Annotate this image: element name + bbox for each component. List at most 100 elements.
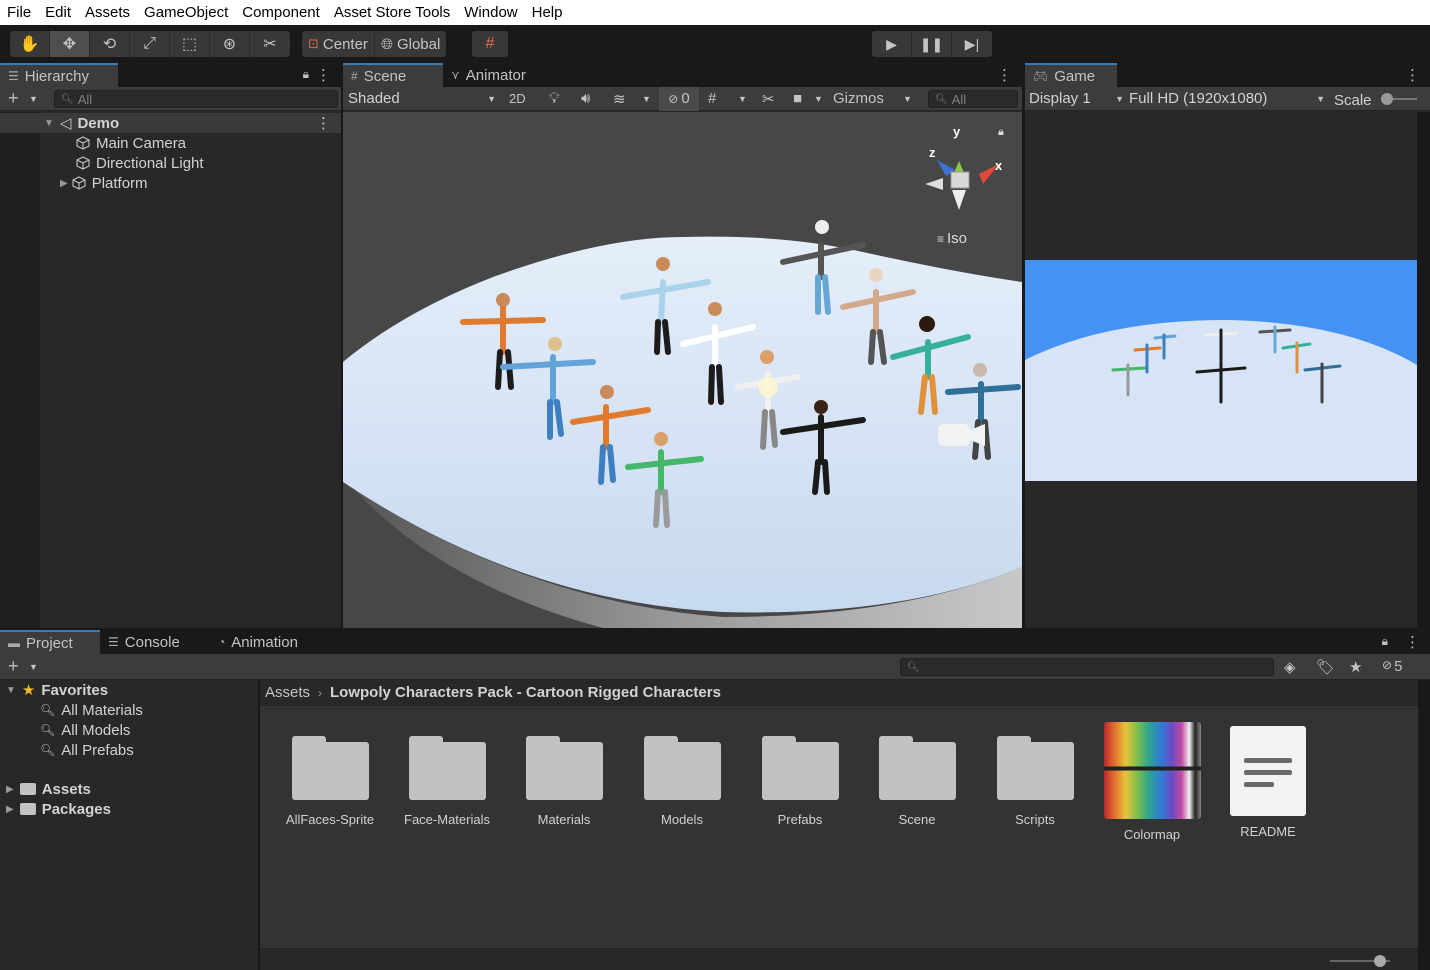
globe-icon: 🌐︎ xyxy=(380,35,393,53)
hamburger-icon: ≡ xyxy=(937,231,945,246)
effects-toggle-icon[interactable]: ≋ xyxy=(613,90,626,108)
shading-mode-dropdown[interactable]: Shaded ▼ xyxy=(348,90,496,107)
hierarchy-search-input[interactable]: 🔍︎ All xyxy=(54,90,338,108)
rect-tool-button[interactable]: ⬚ xyxy=(170,31,210,57)
resolution-dropdown[interactable]: Full HD (1920x1080) ▼ xyxy=(1129,90,1325,107)
hidden-packages-toggle[interactable]: ⊘ 5 xyxy=(1382,658,1402,675)
create-dropdown-icon[interactable]: ▼ xyxy=(29,662,38,672)
tab-console[interactable]: ☰ Console xyxy=(100,630,210,654)
create-dropdown-icon[interactable]: ▼ xyxy=(29,94,38,104)
effects-dropdown-icon[interactable]: ▼ xyxy=(642,94,651,104)
create-icon[interactable]: + xyxy=(8,656,19,677)
hierarchy-item[interactable]: Main Camera xyxy=(76,133,186,153)
tree-favorite-item[interactable]: 🔍︎ All Prefabs xyxy=(40,740,134,760)
gizmos-button[interactable]: Gizmos xyxy=(833,90,884,107)
expand-arrow-icon: ▼ xyxy=(44,117,54,129)
asset-folder[interactable]: Models xyxy=(627,722,737,827)
pause-button[interactable]: ❚❚ xyxy=(912,31,952,57)
asset-folder[interactable]: AllFaces-Sprite xyxy=(275,722,385,827)
list-icon: ☰ xyxy=(8,69,19,83)
asset-texture[interactable]: Colormap xyxy=(1097,722,1207,842)
rotate-tool-button[interactable]: ⟲ xyxy=(90,31,130,57)
scene-search-input[interactable]: 🔍︎ All xyxy=(928,90,1018,108)
hierarchy-menu-icon[interactable]: ⋮ xyxy=(316,66,331,84)
display-dropdown[interactable]: Display 1 ▼ xyxy=(1029,90,1124,107)
tab-animator[interactable]: ⋎ Animator xyxy=(443,63,538,87)
grid-snap-button[interactable]: # xyxy=(472,31,508,57)
game-menu-icon[interactable]: ⋮ xyxy=(1405,66,1420,84)
lock-icon[interactable]: 🔒︎ xyxy=(303,67,309,82)
filter-label-icon[interactable]: 🏷︎ xyxy=(1316,658,1335,676)
hidden-objects-toggle[interactable]: ⊘ 0 xyxy=(659,86,699,111)
scale-slider-thumb[interactable] xyxy=(1381,93,1393,105)
camera-dropdown-icon[interactable]: ▼ xyxy=(814,94,823,104)
tab-project[interactable]: ▬ Project xyxy=(0,630,100,654)
menu-help[interactable]: Help xyxy=(532,4,563,21)
pivot-space-button[interactable]: 🌐︎ Global xyxy=(375,31,446,57)
gizmo-lock-icon[interactable]: 🔒︎ xyxy=(998,126,1004,139)
breadcrumb-item[interactable]: Assets xyxy=(265,684,310,701)
tree-favorite-item[interactable]: 🔍︎ All Materials xyxy=(40,700,143,720)
filter-type-icon[interactable]: ◈ xyxy=(1284,658,1296,676)
lighting-toggle-icon[interactable]: 💡︎ xyxy=(549,90,560,107)
tab-game[interactable]: 🎮︎ Game xyxy=(1025,63,1117,87)
hierarchy-item[interactable]: Directional Light xyxy=(76,153,204,173)
orientation-gizmo[interactable] xyxy=(925,160,999,210)
projection-toggle[interactable]: ≡ Iso xyxy=(937,230,967,247)
custom-tool-button[interactable]: ✂ xyxy=(250,31,290,57)
create-icon[interactable]: + xyxy=(8,88,19,109)
hand-tool-button[interactable]: ✋ xyxy=(10,31,50,57)
tab-animation-label: Animation xyxy=(231,633,298,651)
gizmos-dropdown-icon[interactable]: ▼ xyxy=(903,94,912,104)
tools-icon[interactable]: ✂ xyxy=(762,90,775,108)
menu-asset-store-tools[interactable]: Asset Store Tools xyxy=(334,4,450,21)
tree-favorite-item[interactable]: 🔍︎ All Models xyxy=(40,720,130,740)
hierarchy-item[interactable]: ▶ Platform xyxy=(60,173,148,193)
menu-component[interactable]: Component xyxy=(242,4,320,21)
asset-folder[interactable]: Prefabs xyxy=(745,722,855,827)
menu-window[interactable]: Window xyxy=(464,4,517,21)
pivot-mode-button[interactable]: ⊡ Center xyxy=(302,31,375,57)
transform-tool-button[interactable]: ⊛ xyxy=(210,31,250,57)
step-button[interactable]: ▶| xyxy=(952,31,992,57)
zoom-slider-thumb[interactable] xyxy=(1374,955,1386,967)
lock-icon[interactable]: 🔒︎ xyxy=(1382,634,1388,649)
menu-file[interactable]: File xyxy=(7,4,31,21)
scale-slider[interactable] xyxy=(1381,93,1417,105)
project-search-input[interactable]: 🔍︎ xyxy=(900,658,1274,676)
asset-folder[interactable]: Scripts xyxy=(980,722,1090,827)
menu-assets[interactable]: Assets xyxy=(85,4,130,21)
grid-toggle-icon[interactable]: # xyxy=(708,90,716,107)
tree-favorites[interactable]: ▼ ★ Favorites xyxy=(6,680,108,700)
2d-toggle[interactable]: 2D xyxy=(509,91,526,106)
play-button[interactable]: ▶ xyxy=(872,31,912,57)
grid-dropdown-icon[interactable]: ▼ xyxy=(738,94,747,104)
project-tabbar: ▬ Project ☰ Console ◔ Animation xyxy=(0,630,1430,654)
asset-folder[interactable]: Scene xyxy=(862,722,972,827)
audio-toggle-icon[interactable]: 🔊︎ xyxy=(581,90,590,107)
camera-settings-icon[interactable]: ■ xyxy=(793,90,802,107)
project-menu-icon[interactable]: ⋮ xyxy=(1405,633,1420,651)
menu-gameobject[interactable]: GameObject xyxy=(144,4,228,21)
favorite-star-icon[interactable]: ★ xyxy=(1349,658,1362,676)
scale-tool-button[interactable]: ⤢ xyxy=(130,31,170,57)
scene-menu-icon[interactable]: ⋮ xyxy=(997,66,1012,84)
asset-text[interactable]: README xyxy=(1213,722,1323,839)
move-tool-button[interactable]: ✥ xyxy=(50,31,90,57)
scene-row-demo[interactable]: ▼ ◁ Demo ⋮ xyxy=(0,113,341,133)
scene-viewport[interactable]: 🔒︎ y z x ≡ Iso xyxy=(343,112,1022,628)
zoom-slider[interactable] xyxy=(1330,955,1390,967)
asset-folder[interactable]: Face-Materials xyxy=(392,722,502,827)
asset-folder[interactable]: Materials xyxy=(509,722,619,827)
scene-menu-icon[interactable]: ⋮ xyxy=(316,114,331,132)
expand-arrow-icon[interactable]: ▶ xyxy=(60,178,68,189)
game-viewport[interactable] xyxy=(1025,112,1417,628)
tree-packages[interactable]: ▶ Packages xyxy=(6,799,111,819)
tab-scene[interactable]: # Scene xyxy=(343,63,443,87)
menu-edit[interactable]: Edit xyxy=(45,4,71,21)
tab-animation[interactable]: ◔ Animation xyxy=(210,630,310,654)
console-icon: ☰ xyxy=(108,635,119,649)
tree-assets[interactable]: ▶ Assets xyxy=(6,779,91,799)
breadcrumb-item-current[interactable]: Lowpoly Characters Pack - Cartoon Rigged… xyxy=(330,684,721,701)
tab-hierarchy[interactable]: ☰ Hierarchy xyxy=(0,63,118,87)
